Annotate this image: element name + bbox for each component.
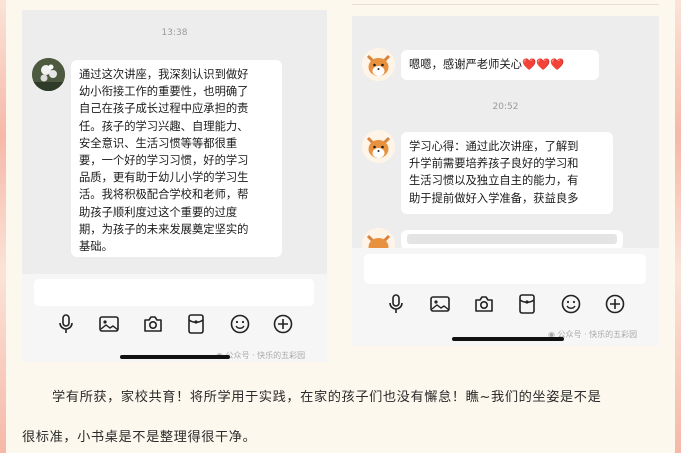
right-border-decoration [675,0,681,453]
message-bubble[interactable]: 通过这次讲座，我深刻认识到做好 幼小衔接工作的重要性，也明确了 自己在孩子成长过… [71,60,282,257]
image-icon[interactable] [98,313,120,335]
fox-avatar-icon [362,130,395,163]
top-divider [352,4,659,5]
message-line: 升学前需要培养孩子良好的学习和 [409,157,579,171]
home-indicator [120,355,230,359]
message-input[interactable] [364,254,646,284]
message-line: 自己在孩子成长过程中应承担的责 [79,102,249,116]
red-packet-icon[interactable] [516,293,538,315]
message-bubble[interactable]: 嗯嗯，感谢严老师关心❤️❤️❤️ [401,50,599,80]
message-line: 品质，更有助于幼儿小学的学习生 [79,171,249,185]
message-line: 安全意识、生活习惯等等都很重 [79,136,238,150]
message-line: 幼小衔接工作的重要性，也明确了 [79,85,249,99]
heart-emoji: ❤️❤️❤️ [521,58,565,71]
input-toolbar [22,313,327,335]
input-toolbar [352,293,659,315]
emoji-icon[interactable] [560,293,582,315]
image-icon[interactable] [429,293,451,315]
caption-line: 学有所获，家校共育！将所学用于实践，在家的孩子们也没有懈怠！瞧~我们的坐姿是不是 [22,386,662,405]
microphone-icon[interactable] [385,293,407,315]
chat-timestamp: 13:38 [161,28,188,38]
message-input[interactable] [34,279,314,306]
message-line: 助孩子顺利度过这个重要的过度 [79,205,238,219]
image-placeholder [407,234,617,244]
caption-line: 很标准，小书桌是不是整理得很干净。 [22,430,257,445]
red-packet-icon[interactable] [185,313,207,335]
message-line: 活。我将积极配合学校和老师，帮 [79,188,249,202]
avatar[interactable] [362,48,395,81]
emoji-icon[interactable] [229,313,251,335]
fox-avatar-icon [362,48,395,81]
message-line: 通过这次讲座，我深刻认识到做好 [79,68,249,81]
message-line: 基础。 [79,240,113,254]
message-line: 任。孩子的学习兴趣、自理能力、 [79,119,249,133]
message-line: 要，一个好的学习习惯，好的学习 [79,154,249,168]
message-bubble[interactable]: 学习心得：通过此次讲座，了解到 升学前需要培养孩子良好的学习和 生活习惯以及独立… [401,132,613,214]
plus-icon[interactable] [272,313,294,335]
avatar[interactable] [362,130,395,163]
left-border-decoration [0,0,6,453]
home-indicator [452,337,564,341]
chat-screenshot-left: 13:38 通过这次讲座，我深刻认识到做好 幼小衔接工作的重要性，也明确了 自己… [22,10,327,362]
message-line: 生活习惯以及独立自主的能力，有 [409,174,579,188]
plus-icon[interactable] [604,293,626,315]
message-line: 期，为孩子的未来发展奠定坚实的 [79,222,249,236]
caption-text: 学有所获，家校共育！将所学用于实践，在家的孩子们也没有懈怠！瞧~我们的坐姿是不是 [52,390,602,405]
message-line: 学习心得：通过此次讲座，了解到 [409,140,579,153]
chat-screenshot-right: 嗯嗯，感谢严老师关心❤️❤️❤️ 20:52 学习心得：通过此次讲座，了解到 升… [352,16,659,346]
flower-avatar-icon [32,58,65,91]
camera-icon[interactable] [142,313,164,335]
chat-timestamp: 20:52 [492,102,519,112]
camera-icon[interactable] [473,293,495,315]
microphone-icon[interactable] [55,313,77,335]
avatar[interactable] [32,58,65,91]
message-line: 助于提前做好入学准备，获益良多 [409,191,579,205]
message-bubble[interactable] [401,230,623,250]
message-text: 嗯嗯，感谢严老师关心 [409,58,522,71]
